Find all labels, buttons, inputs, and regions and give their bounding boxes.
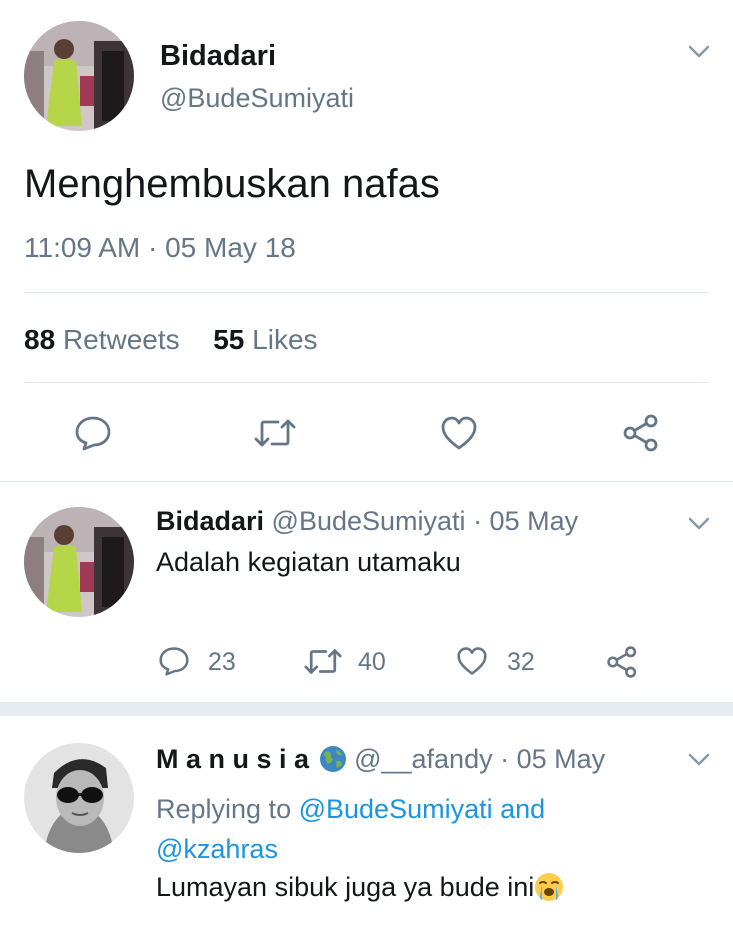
display-name[interactable]: M a n u s i a xyxy=(156,744,309,774)
likes-label[interactable]: Likes xyxy=(252,324,317,355)
globe-emoji xyxy=(319,745,347,773)
reply-text: Lumayan sibuk juga ya bude ini xyxy=(156,872,564,903)
divider xyxy=(0,481,733,482)
tweet-timestamp[interactable]: 11:09 AM · 05 May 18 xyxy=(24,232,296,264)
share-button[interactable] xyxy=(606,645,640,679)
reply-date[interactable]: · 05 May xyxy=(500,744,605,774)
retweets-count[interactable]: 88 xyxy=(24,324,55,355)
reply-text: Adalah kegiatan utamaku xyxy=(156,547,461,577)
reply-header: Bidadari @BudeSumiyati · 05 May xyxy=(156,506,578,537)
retweet-count: 40 xyxy=(358,648,386,676)
display-name[interactable]: Bidadari xyxy=(160,40,276,73)
handle[interactable]: @__afandy xyxy=(354,744,493,774)
display-name[interactable]: Bidadari xyxy=(156,506,264,536)
replying-to-user-link[interactable]: @kzahras xyxy=(156,834,278,864)
chevron-down-icon[interactable] xyxy=(686,510,712,536)
handle[interactable]: @BudeSumiyati xyxy=(160,83,354,114)
reply-icon xyxy=(75,416,111,451)
divider xyxy=(24,292,709,293)
handle[interactable]: @BudeSumiyati xyxy=(272,506,466,536)
share-icon xyxy=(623,414,658,452)
tweet-text: Menghembuskan nafas xyxy=(24,162,440,206)
reply-button[interactable] xyxy=(158,646,190,676)
reply-text-content: Lumayan sibuk juga ya bude ini xyxy=(156,872,535,902)
divider xyxy=(24,382,709,383)
reply-date[interactable]: · 05 May xyxy=(473,506,578,536)
retweets-label[interactable]: Retweets xyxy=(63,324,180,355)
avatar[interactable] xyxy=(24,507,134,617)
retweet-icon xyxy=(254,419,296,447)
like-button[interactable] xyxy=(440,415,478,451)
chevron-down-icon[interactable] xyxy=(686,746,712,772)
reply-count: 23 xyxy=(208,648,236,676)
retweet-icon xyxy=(304,649,342,674)
avatar[interactable] xyxy=(24,743,134,853)
likes-count[interactable]: 55 xyxy=(213,324,244,355)
tweet-stats: 88 Retweets 55 Likes xyxy=(24,324,318,356)
replying-to-users[interactable]: @BudeSumiyati and xyxy=(299,794,546,824)
like-button[interactable] xyxy=(456,646,488,676)
crying-face-emoji xyxy=(534,872,564,902)
replying-to: Replying to @BudeSumiyati and @kzahras xyxy=(156,789,676,869)
avatar[interactable] xyxy=(24,21,134,131)
retweet-button[interactable] xyxy=(253,417,297,449)
replying-to-label: Replying to xyxy=(156,794,292,824)
retweet-button[interactable] xyxy=(303,647,343,676)
heart-icon xyxy=(441,416,477,450)
share-button[interactable] xyxy=(622,413,662,453)
reply-header: M a n u s i a @__afandy · 05 May xyxy=(156,744,605,775)
like-count: 32 xyxy=(507,648,535,676)
reply-button[interactable] xyxy=(74,415,112,451)
chevron-down-icon[interactable] xyxy=(686,38,712,64)
share-icon xyxy=(607,646,637,678)
heart-icon xyxy=(457,647,487,675)
reply-icon xyxy=(159,647,189,676)
section-separator xyxy=(0,702,733,716)
